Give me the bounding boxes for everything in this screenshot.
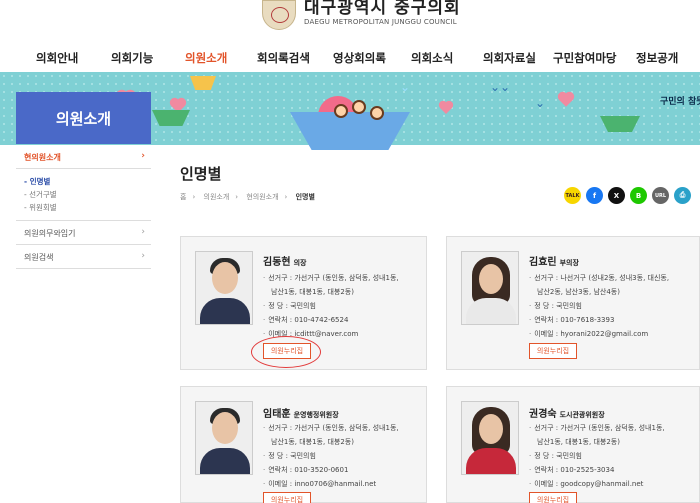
member-role: 부의장 bbox=[559, 259, 579, 267]
member-photo bbox=[461, 401, 519, 475]
breadcrumb-item[interactable]: 현의원소개 bbox=[246, 193, 278, 201]
chevron-right-icon: › bbox=[141, 251, 145, 261]
member-district: 선거구 : 가선거구 (동인동, 삼덕동, 성내1동, bbox=[263, 421, 398, 435]
breadcrumb: 홈 › 의원소개 › 현의원소개 › 인명별 bbox=[180, 193, 315, 201]
member-card: 권경숙도시관광위원장 선거구 : 가선거구 (동인동, 삼덕동, 성내1동, 남… bbox=[446, 386, 700, 503]
sidebar-sub-item-by-committee[interactable]: - 위원회별 bbox=[24, 201, 151, 214]
member-photo bbox=[461, 251, 519, 325]
bird-icon: ⌄⌄ bbox=[490, 80, 511, 94]
member-info: 선거구 : 나선거구 (성내2동, 성내3동, 대신동, 남산2동, 남산3동,… bbox=[529, 271, 669, 341]
member-card: 김효린부의장 선거구 : 나선거구 (성내2동, 성내3동, 대신동, 남산2동… bbox=[446, 236, 700, 370]
site-title: 대구광역시 중구의회 bbox=[304, 0, 461, 18]
banner-slogan: 구민의 참뜻 bbox=[660, 97, 700, 107]
member-homepage-button[interactable]: 의원누리집 bbox=[529, 492, 577, 503]
main-navigation: 의회안내 의회기능 의원소개 회의록검색 영상회의록 의회소식 의회자료실 구민… bbox=[0, 40, 700, 72]
breadcrumb-item[interactable]: 의원소개 bbox=[204, 193, 230, 201]
sidebar-item-duties-term[interactable]: 의원의무와임기 › bbox=[16, 221, 151, 245]
breadcrumb-home[interactable]: 홈 bbox=[180, 193, 186, 201]
member-party: 정 당 : 국민의힘 bbox=[529, 449, 665, 463]
sidebar-sub-item-by-name[interactable]: - 인명별 bbox=[24, 175, 151, 188]
sidebar-submenu: - 인명별 - 선거구별 - 위원회별 bbox=[16, 169, 151, 221]
chevron-right-icon: › bbox=[141, 227, 145, 237]
member-district: 선거구 : 가선거구 (동인동, 삼덕동, 성내1동, bbox=[263, 271, 398, 285]
member-card: 임태훈운영행정위원장 선거구 : 가선거구 (동인동, 삼덕동, 성내1동, 남… bbox=[180, 386, 427, 503]
member-district: 선거구 : 가선거구 (동인동, 삼덕동, 성내1동, bbox=[529, 421, 664, 435]
sidebar-item-member-search[interactable]: 의원검색 › bbox=[16, 245, 151, 269]
print-icon[interactable]: ⎙ bbox=[674, 187, 691, 204]
bird-icon: ⌄ bbox=[535, 96, 546, 110]
member-info: 선거구 : 가선거구 (동인동, 삼덕동, 성내1동, 남산1동, 대봉1동, … bbox=[263, 421, 399, 491]
nav-item-members[interactable]: 의원소개 bbox=[185, 50, 227, 66]
member-district: 선거구 : 나선거구 (성내2동, 성내3동, 대신동, bbox=[529, 271, 669, 285]
nav-item-council-function[interactable]: 의회기능 bbox=[111, 50, 153, 66]
member-name: 김동현 의장 bbox=[263, 257, 307, 268]
breadcrumb-current: 인명별 bbox=[295, 193, 315, 201]
nav-item-minutes-search[interactable]: 회의록검색 bbox=[257, 50, 310, 66]
x-share-icon[interactable]: X bbox=[608, 187, 625, 204]
member-info: 선거구 : 가선거구 (동인동, 삼덕동, 성내1동, 남산1동, 대봉1동, … bbox=[529, 421, 665, 491]
nav-item-information-disclosure[interactable]: 정보공개 bbox=[636, 50, 678, 66]
sidebar-item-current-members[interactable]: 현의원소개 › bbox=[16, 145, 151, 169]
council-seal-icon bbox=[262, 0, 296, 30]
member-role: 도시관광위원장 bbox=[559, 411, 605, 419]
site-subtitle: DAEGU METROPOLITAN JUNGGU COUNCIL bbox=[304, 17, 457, 26]
member-homepage-button[interactable]: 의원누리집 bbox=[529, 343, 577, 359]
member-role: 의장 bbox=[293, 259, 307, 267]
blog-share-icon[interactable]: B bbox=[630, 187, 647, 204]
section-title-box: 의원소개 bbox=[16, 92, 151, 144]
member-email: 이메일 : hyorani2022@gmail.com bbox=[529, 327, 669, 341]
member-role: 운영행정위원장 bbox=[293, 411, 339, 419]
highlight-circle-annotation bbox=[251, 336, 321, 368]
child-illustration bbox=[334, 104, 348, 118]
nav-item-video-minutes[interactable]: 영상회의록 bbox=[333, 50, 386, 66]
member-photo bbox=[195, 401, 253, 475]
member-district-cont: 남산1동, 대봉1동, 대봉2동) bbox=[271, 288, 354, 296]
child-illustration bbox=[352, 100, 366, 114]
site-logo[interactable]: 대구광역시 중구의회 DAEGU METROPOLITAN JUNGGU COU… bbox=[262, 0, 461, 30]
facebook-share-icon[interactable]: f bbox=[586, 187, 603, 204]
chevron-right-icon: › bbox=[141, 151, 145, 161]
kakaotalk-share-icon[interactable]: TALK bbox=[564, 187, 581, 204]
bird-icon: ⌄ bbox=[400, 80, 411, 94]
member-phone: 연락처 : 010-4742-6524 bbox=[263, 313, 399, 327]
nav-item-council-news[interactable]: 의회소식 bbox=[411, 50, 453, 66]
member-email: 이메일 : inno0706@hanmail.net bbox=[263, 477, 399, 491]
sidebar-item-label: 의원검색 bbox=[24, 253, 54, 262]
sidebar-sub-item-by-district[interactable]: - 선거구별 bbox=[24, 188, 151, 201]
member-phone: 연락처 : 010-3520-0601 bbox=[263, 463, 399, 477]
member-name: 임태훈 운영행정위원장 bbox=[263, 409, 339, 420]
member-name: 김효린 부의장 bbox=[529, 257, 579, 268]
url-copy-icon[interactable]: URL bbox=[652, 187, 669, 204]
member-info: 선거구 : 가선거구 (동인동, 삼덕동, 성내1동, 남산1동, 대봉1동, … bbox=[263, 271, 399, 341]
sidebar-item-label: 의원의무와임기 bbox=[24, 229, 76, 238]
nav-item-archive[interactable]: 의회자료실 bbox=[483, 50, 536, 66]
nav-item-council-info[interactable]: 의회안내 bbox=[36, 50, 78, 66]
child-illustration bbox=[370, 106, 384, 120]
member-photo bbox=[195, 251, 253, 325]
member-district-cont: 남산1동, 대봉1동, 대봉2동) bbox=[271, 438, 354, 446]
member-district-cont: 남산1동, 대봉1동, 대봉2동) bbox=[537, 438, 620, 446]
member-phone: 연락처 : 010-7618-3393 bbox=[529, 313, 669, 327]
sidebar-item-label: 현의원소개 bbox=[24, 153, 61, 162]
member-party: 정 당 : 국민의힘 bbox=[263, 299, 399, 313]
member-email: 이메일 : goodcopy@hanmail.net bbox=[529, 477, 665, 491]
member-party: 정 당 : 국민의힘 bbox=[263, 449, 399, 463]
nav-item-citizen-participation[interactable]: 구민참여마당 bbox=[553, 50, 616, 66]
page: 대구광역시 중구의회 DAEGU METROPOLITAN JUNGGU COU… bbox=[0, 0, 700, 503]
member-name: 권경숙 도시관광위원장 bbox=[529, 409, 605, 420]
member-phone: 연락처 : 010-2525-3034 bbox=[529, 463, 665, 477]
member-homepage-button[interactable]: 의원누리집 bbox=[263, 492, 311, 503]
side-navigation: 현의원소개 › - 인명별 - 선거구별 - 위원회별 의원의무와임기 › 의원… bbox=[16, 145, 151, 269]
member-party: 정 당 : 국민의힘 bbox=[529, 299, 669, 313]
member-district-cont: 남산2동, 남산3동, 남산4동) bbox=[537, 288, 620, 296]
page-title: 인명별 bbox=[180, 165, 222, 183]
section-title: 의원소개 bbox=[55, 109, 112, 128]
